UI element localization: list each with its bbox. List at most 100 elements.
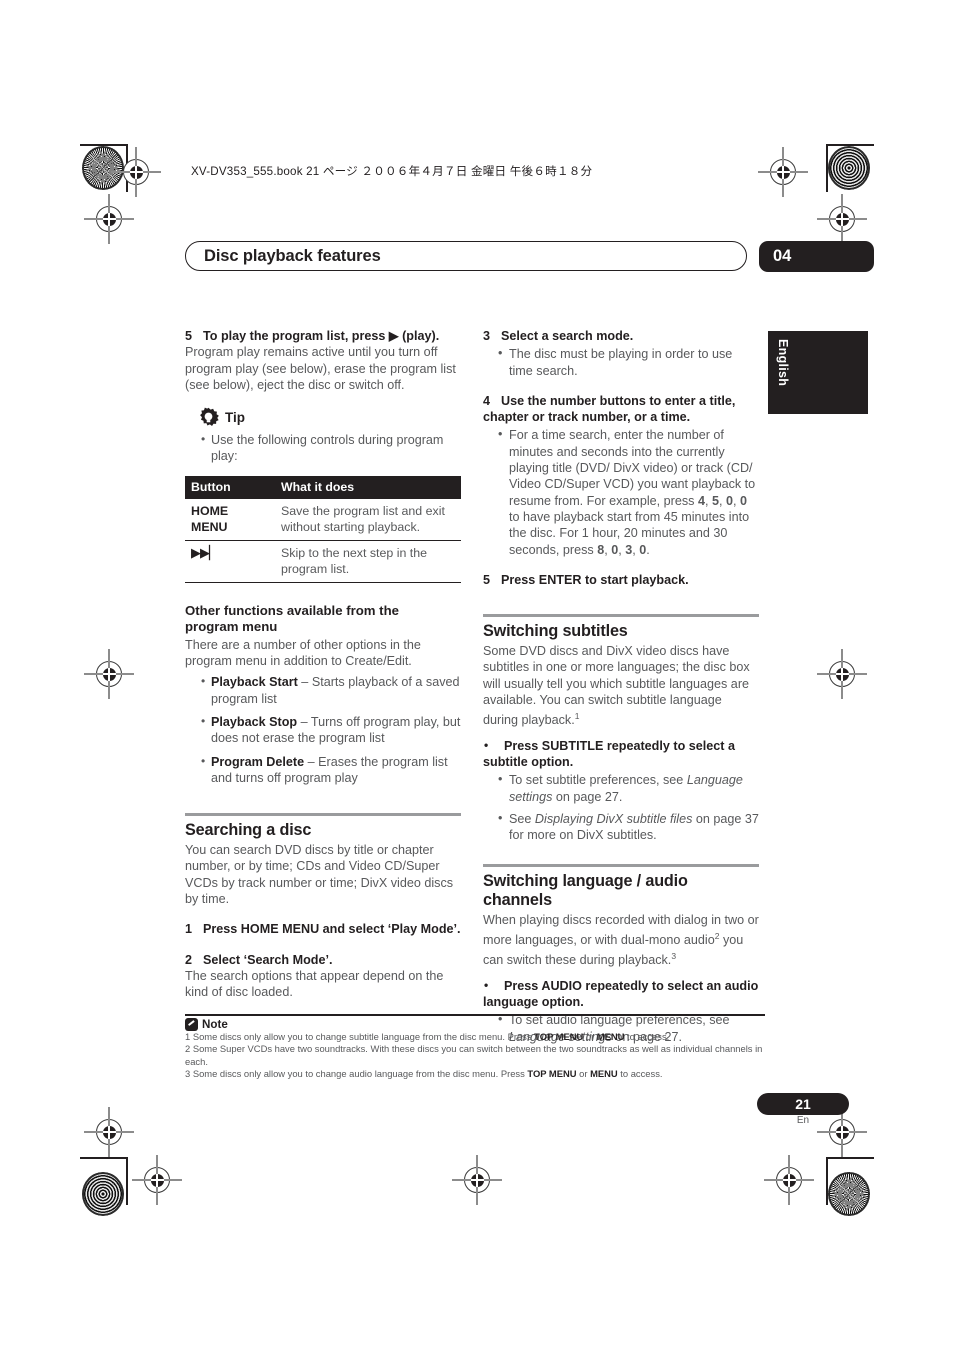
other-functions-heading: Other functions available from the progr… (185, 603, 461, 636)
note-label: Note (202, 1018, 228, 1032)
halftone-patch-br (828, 1172, 870, 1216)
registration-mark-bottom-right (764, 1155, 814, 1205)
switching-audio-heading-line2: channels (483, 890, 552, 909)
switching-audio-body: When playing discs recorded with dialog … (483, 912, 759, 969)
language-side-tab: English (768, 331, 868, 414)
list-item: Playback Stop – Turns off program play, … (201, 713, 461, 747)
list-item: Program Delete – Erases the program list… (201, 753, 461, 787)
table-cell-button: HOME MENU (185, 498, 275, 541)
note-item-key2: MENU (590, 1067, 618, 1079)
search-step-2-text: Select ‘Search Mode’. (203, 952, 333, 967)
book-source-line: XV-DV353_555.book 21 ページ ２００６年４月７日 金曜日 午… (191, 165, 593, 178)
step-4-text: Use the number buttons to enter a title,… (483, 393, 736, 425)
table-header-button: Button (185, 475, 275, 499)
step-5-right-heading: 5 Press ENTER to start playback. (483, 572, 759, 588)
tip-bullet-list: Use the following controls during progra… (185, 431, 461, 465)
note-header: Note (185, 1018, 765, 1032)
table-cell-description: Save the program list and exit without s… (275, 498, 461, 541)
step-4-bullet: For a time search, enter the number of m… (483, 426, 759, 557)
other-functions-body: There are a number of other options in t… (185, 637, 421, 669)
page-language-code: En (796, 1115, 810, 1126)
halftone-patch-tr (828, 146, 870, 190)
note-item-num: 3 (185, 1067, 191, 1079)
key-0c: 0 (611, 542, 619, 557)
list-item: Playback Start – Starts playback of a sa… (201, 673, 461, 707)
audio-action-text: Press AUDIO repeatedly to select an audi… (483, 978, 759, 1010)
step-4-bullet-part1: For a time search, enter the number of m… (509, 428, 756, 508)
subtitle-action-heading: Press SUBTITLE repeatedly to select a su… (483, 737, 759, 771)
subtitle-note-2: See Displaying DivX subtitle files on pa… (483, 810, 759, 844)
crop-line-bl-h (80, 1157, 128, 1159)
step-4-number: 4 (483, 393, 491, 408)
key-0b: 0 (740, 493, 748, 508)
subtitle-action-text: Press SUBTITLE repeatedly to select a su… (483, 738, 735, 770)
subtitle-note-2-pre: See (509, 812, 535, 827)
other-functions-heading-line2: program menu (185, 619, 278, 635)
note-item-post: to access. (617, 1067, 663, 1079)
searching-a-disc-heading: Searching a disc (185, 821, 312, 840)
step-5-heading: 5 To play the program list, press ▶ (play… (185, 328, 461, 344)
step-4-heading: 4 Use the number buttons to enter a title… (483, 393, 759, 426)
note-item-key2: MENU (596, 1031, 625, 1043)
registration-mark-right-upper (817, 194, 867, 244)
page-number-badge: 21 (757, 1093, 849, 1115)
key-5: 5 (711, 493, 719, 508)
switching-audio-body-part1: When playing discs recorded with dialog … (483, 912, 759, 948)
crop-line-br-h (826, 1157, 874, 1159)
switching-subtitles-body: Some DVD discs and DivX video discs have… (483, 643, 759, 729)
step-3-text: Select a search mode. (501, 329, 634, 343)
subtitle-note-1: To set subtitle preferences, see Languag… (483, 771, 759, 805)
registration-mark-left-lower (84, 1107, 134, 1157)
list-item-term: Program Delete (211, 754, 305, 769)
list-item-term: Playback Start (211, 675, 298, 690)
other-functions-heading-line1: Other functions available from the (185, 602, 399, 618)
note-item: 2 Some Super VCDs have two soundtracks. … (185, 1043, 765, 1067)
step-3-heading: 3 Select a search mode. (483, 328, 759, 344)
table-header-what-it-does: What it does (275, 475, 461, 499)
section-divider (483, 863, 759, 867)
step-5-number: 5 (185, 329, 193, 343)
note-item-key1: TOP MENU (527, 1067, 577, 1079)
registration-mark-top-right (758, 147, 808, 197)
table-cell-description: Skip to the next step in the program lis… (275, 540, 461, 583)
search-step-1-text: Press HOME MENU and select ‘Play Mode’. (203, 922, 461, 937)
note-item-post: to access. (624, 1031, 670, 1043)
skip-forward-icon: ▶▶▏ (191, 544, 219, 560)
button-label-line1: HOME (191, 503, 229, 518)
switching-subtitles-heading: Switching subtitles (483, 622, 628, 641)
chapter-header-bar: Disc playback features (185, 241, 747, 271)
search-step-2-body: The search options that appear depend on… (185, 968, 444, 1000)
search-step-2: 2 Select ‘Search Mode’. (185, 952, 461, 968)
chapter-number-badge: 04 (759, 241, 874, 272)
table-row: ▶▶▏ Skip to the next step in the program… (185, 540, 461, 583)
section-divider (185, 813, 461, 817)
halftone-patch-tl (82, 146, 124, 190)
step-5-text: To play the program list, press ▶ (play)… (203, 329, 440, 343)
crop-line-bl-v (126, 1157, 128, 1205)
note-item-pre: Some discs only allow you to change subt… (192, 1031, 535, 1043)
registration-mark-bottom-left (132, 1155, 182, 1205)
audio-action-heading: Press AUDIO repeatedly to select an audi… (483, 977, 759, 1011)
key-3: 3 (625, 542, 633, 557)
switching-audio-heading: Switching language / audio channels (483, 872, 759, 910)
searching-a-disc-body: You can search DVD discs by title or cha… (185, 843, 454, 907)
subtitle-note-2-italic: Displaying DivX subtitle files (534, 812, 693, 827)
lightbulb-gear-icon (200, 407, 219, 427)
button-label-line2: MENU (191, 519, 228, 534)
program-controls-table: Button What it does HOME MENU Save the p… (185, 475, 461, 583)
registration-mark-left-middle (84, 649, 134, 699)
left-column: 5 To play the program list, press ▶ (play… (185, 328, 461, 1001)
table-cell-button: ▶▶▏ (185, 540, 275, 583)
tip-label: Tip (225, 410, 245, 426)
pencil-note-icon (185, 1018, 198, 1032)
step-5-body: Program play remains active until you tu… (185, 345, 456, 392)
language-side-tab-label: English (776, 339, 790, 387)
registration-mark-top-left (111, 147, 161, 197)
step-5-right-number: 5 (483, 572, 491, 587)
step-4-bullet-part3: . (646, 542, 650, 557)
registration-mark-right-middle (817, 649, 867, 699)
note-divider (185, 1014, 765, 1017)
section-divider (483, 614, 759, 618)
search-step-1: 1 Press HOME MENU and select ‘Play Mode’. (185, 921, 461, 937)
step-3-bullet: The disc must be playing in order to use… (483, 345, 759, 379)
